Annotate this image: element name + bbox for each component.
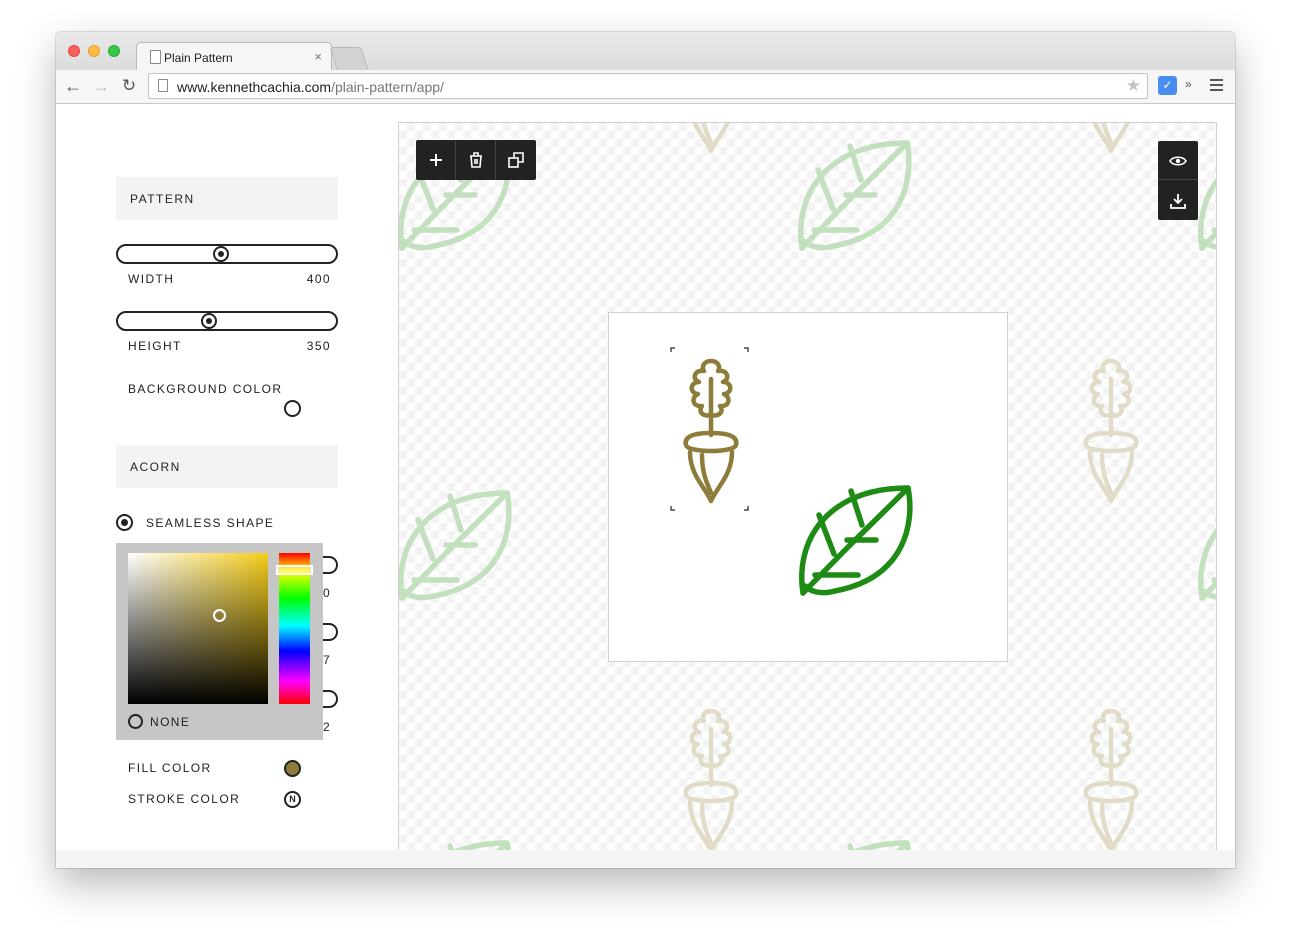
plus-icon bbox=[430, 154, 442, 166]
new-tab-button[interactable] bbox=[329, 47, 369, 70]
tile-shapes bbox=[670, 347, 1009, 663]
browser-toolbar: ← → ↻ www.kennethcachia.com/plain-patter… bbox=[56, 70, 1235, 104]
duplicate-icon bbox=[508, 152, 524, 168]
acorn-pattern-shape bbox=[686, 711, 737, 851]
hidden-value-2: 7 bbox=[323, 653, 330, 667]
saturation-cursor[interactable] bbox=[213, 609, 226, 622]
url-path: /plain-pattern/app/ bbox=[331, 79, 444, 95]
address-bar[interactable]: www.kennethcachia.com/plain-pattern/app/… bbox=[148, 73, 1148, 99]
trash-icon bbox=[470, 152, 482, 168]
back-button[interactable]: ← bbox=[61, 74, 85, 98]
acorn-shape[interactable] bbox=[686, 361, 737, 501]
none-color-radio[interactable] bbox=[128, 714, 143, 729]
url-text[interactable]: www.kennethcachia.com/plain-pattern/app/ bbox=[177, 79, 444, 95]
width-value: 400 bbox=[306, 272, 331, 286]
seamless-shape-label: SEAMLESS SHAPE bbox=[146, 516, 275, 530]
pattern-section-header[interactable]: PATTERN bbox=[116, 177, 338, 220]
color-picker-popup: NONE bbox=[116, 543, 323, 740]
shape-toolbar bbox=[416, 140, 536, 180]
width-label: WIDTH bbox=[128, 272, 175, 286]
hidden-slider-1[interactable] bbox=[322, 556, 338, 574]
bookmark-star-icon[interactable]: ★ bbox=[1126, 76, 1141, 96]
download-icon bbox=[1170, 194, 1186, 209]
height-label: HEIGHT bbox=[128, 339, 182, 353]
delete-shape-button[interactable] bbox=[456, 140, 496, 180]
height-slider-handle[interactable] bbox=[201, 313, 217, 329]
url-host: www.kennethcachia.com bbox=[177, 79, 332, 95]
fill-color-label: FILL COLOR bbox=[128, 761, 212, 775]
tab-close-icon[interactable]: × bbox=[314, 49, 322, 64]
tab-bar: Plain Pattern × bbox=[56, 32, 1235, 70]
zoom-window-button[interactable] bbox=[108, 45, 120, 57]
width-slider-handle[interactable] bbox=[213, 246, 229, 262]
acorn-header-label: ACORN bbox=[130, 460, 181, 474]
acorn-section-header[interactable]: ACORN bbox=[116, 445, 338, 488]
overflow-chevron-icon[interactable]: » bbox=[1185, 77, 1192, 91]
stroke-color-swatch[interactable]: N bbox=[284, 791, 301, 808]
hidden-slider-2[interactable] bbox=[322, 623, 338, 641]
background-color-swatch[interactable] bbox=[284, 400, 301, 417]
stroke-color-label: STROKE COLOR bbox=[128, 792, 241, 806]
hidden-value-3: 2 bbox=[323, 720, 330, 734]
leaf-pattern-shape bbox=[1201, 143, 1217, 248]
hamburger-menu-icon[interactable] bbox=[1210, 79, 1223, 94]
tab-title: Plain Pattern bbox=[164, 51, 233, 65]
bottom-strip bbox=[56, 850, 1235, 868]
document-icon bbox=[150, 50, 161, 64]
acorn-pattern-shape bbox=[1086, 711, 1137, 851]
hue-slider[interactable] bbox=[279, 553, 310, 704]
forward-button[interactable]: → bbox=[89, 74, 113, 98]
settings-sidebar: PATTERN WIDTH 400 HEIGHT 350 BACKGROUND … bbox=[116, 104, 338, 850]
add-shape-button[interactable] bbox=[416, 140, 456, 180]
browser-window: Plain Pattern × ← → ↻ www.kennethcachia.… bbox=[56, 32, 1235, 868]
pattern-header-label: PATTERN bbox=[130, 192, 195, 206]
pattern-tile[interactable] bbox=[608, 312, 1008, 662]
saturation-value-area[interactable] bbox=[128, 553, 268, 704]
leaf-pattern-shape bbox=[801, 143, 909, 248]
height-slider[interactable] bbox=[116, 311, 338, 331]
none-color-label: NONE bbox=[150, 715, 191, 729]
acorn-pattern-shape bbox=[686, 123, 737, 151]
acorn-pattern-shape bbox=[1086, 123, 1137, 151]
fill-color-swatch[interactable] bbox=[284, 760, 301, 777]
minimize-window-button[interactable] bbox=[88, 45, 100, 57]
preview-button[interactable] bbox=[1158, 141, 1198, 180]
hidden-slider-3[interactable] bbox=[322, 690, 338, 708]
reload-button[interactable]: ↻ bbox=[117, 74, 141, 98]
view-toolbar bbox=[1158, 141, 1198, 220]
leaf-pattern-shape bbox=[1201, 493, 1217, 598]
pattern-canvas[interactable] bbox=[398, 122, 1217, 851]
download-button[interactable] bbox=[1158, 181, 1198, 220]
width-slider[interactable] bbox=[116, 244, 338, 264]
background-color-label: BACKGROUND COLOR bbox=[128, 382, 283, 396]
hidden-value-1: 0 bbox=[323, 586, 330, 600]
page-icon bbox=[158, 79, 168, 92]
seamless-shape-radio[interactable] bbox=[116, 514, 133, 531]
tab-plain-pattern[interactable]: Plain Pattern × bbox=[136, 42, 332, 70]
leaf-shape[interactable] bbox=[802, 488, 910, 593]
extension-icon[interactable]: ✓ bbox=[1158, 76, 1177, 95]
eye-icon bbox=[1169, 156, 1187, 166]
hue-slider-handle[interactable] bbox=[276, 565, 313, 575]
close-window-button[interactable] bbox=[68, 45, 80, 57]
leaf-pattern-shape bbox=[401, 493, 509, 598]
duplicate-shape-button[interactable] bbox=[496, 140, 536, 180]
acorn-pattern-shape bbox=[1086, 361, 1137, 501]
page-viewport: PATTERN WIDTH 400 HEIGHT 350 BACKGROUND … bbox=[56, 104, 1235, 851]
height-value: 350 bbox=[306, 339, 331, 353]
